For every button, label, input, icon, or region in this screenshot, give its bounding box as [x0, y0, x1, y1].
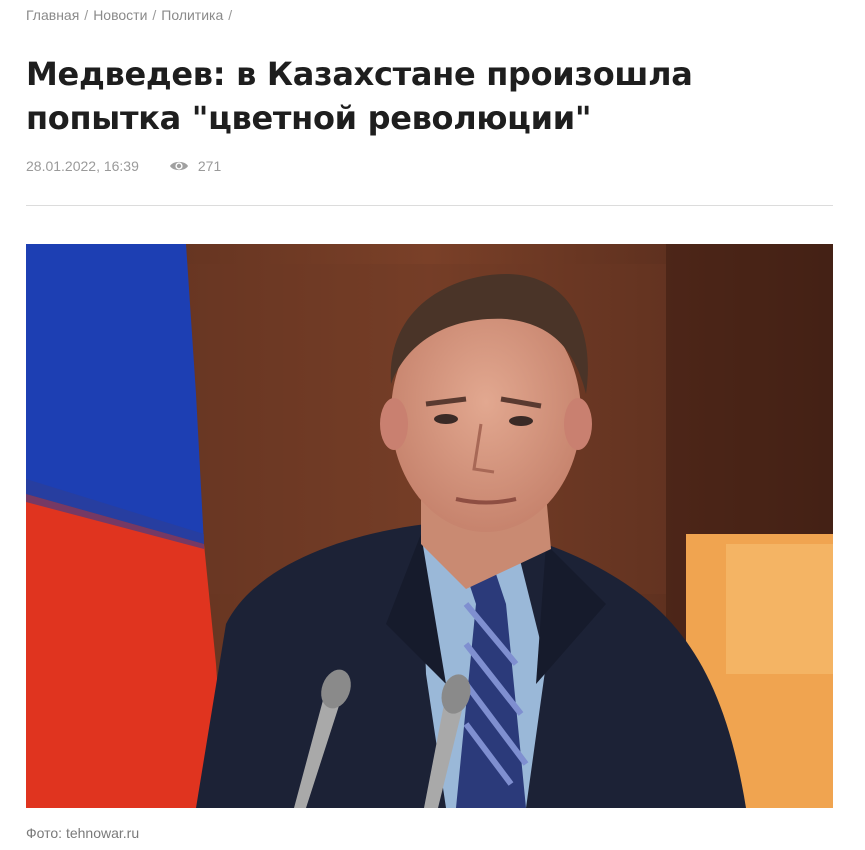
article-meta: 28.01.2022, 16:39 271	[26, 158, 221, 174]
breadcrumb-separator: /	[152, 7, 157, 23]
breadcrumb-separator: /	[84, 7, 89, 23]
article-title: Медведев: в Казахстане произошла попытка…	[26, 55, 693, 137]
eye-icon	[169, 161, 188, 171]
breadcrumb-separator: /	[228, 7, 233, 23]
breadcrumb-home-link[interactable]: Главная	[26, 7, 79, 23]
breadcrumb-news-link[interactable]: Новости	[93, 7, 147, 23]
breadcrumb-politics-link[interactable]: Политика	[161, 7, 223, 23]
article-photo[interactable]	[26, 244, 833, 808]
publish-date: 28.01.2022, 16:39	[26, 158, 139, 174]
photo-caption: Фото: tehnowar.ru	[26, 825, 140, 841]
divider	[26, 205, 833, 206]
view-count: 271	[197, 158, 222, 174]
breadcrumb: Главная / Новости / Политика /	[26, 7, 232, 23]
